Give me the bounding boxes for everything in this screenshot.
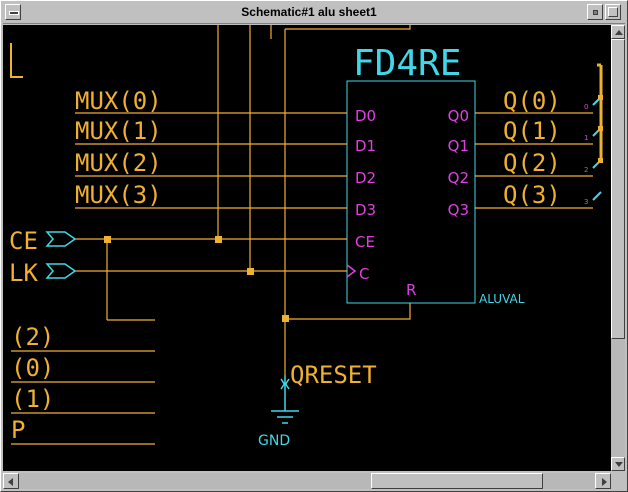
net-label-0: (0) (11, 354, 54, 382)
component-name: FD4RE (353, 43, 461, 84)
menu-bar-icon (9, 11, 19, 15)
pin-q3: Q3 (448, 201, 469, 219)
arrow-left-icon (8, 478, 13, 486)
bottom-net-labels: (2) (0) (1) P (11, 323, 54, 444)
bus-tap-labels: 0 1 2 3 (584, 103, 588, 206)
horizontal-scroll-thumb[interactable] (371, 473, 543, 489)
scroll-left-button[interactable] (3, 473, 19, 489)
ground-label: GND (258, 433, 290, 449)
scroll-down-button[interactable] (611, 457, 625, 471)
maximize-button[interactable] (605, 4, 621, 20)
window-menu-button[interactable] (5, 4, 21, 20)
pin-c: C (359, 265, 369, 283)
schematic-canvas[interactable]: FD4RE D0 D1 D2 D3 CE C Q0 Q1 Q2 Q3 R ALU… (3, 25, 611, 471)
window-title: Schematic#1 alu sheet1 (241, 5, 377, 19)
horizontal-scrollbar[interactable] (3, 473, 611, 489)
bus-tap-0: 0 (584, 103, 588, 111)
arrow-down-icon (615, 462, 623, 467)
port-lk-label: LK (9, 259, 38, 287)
net-mux0: MUX(0) (75, 87, 162, 115)
title-bar[interactable]: Schematic#1 alu sheet1 (3, 3, 625, 24)
port-lk-marker (45, 263, 77, 279)
scroll-up-button[interactable] (611, 25, 625, 39)
wire-junctions (104, 236, 289, 322)
bus-tap-2: 2 (584, 166, 588, 174)
clock-pin-triangle (346, 264, 357, 278)
vertical-scrollbar[interactable] (611, 25, 625, 471)
pin-r: R (406, 281, 416, 299)
minimize-icon (593, 10, 598, 15)
net-qreset: QRESET (290, 361, 377, 389)
input-port-markers[interactable] (45, 231, 77, 279)
pin-d1: D1 (355, 137, 376, 155)
net-q1: Q(1) (503, 117, 561, 145)
arrow-right-icon (602, 478, 607, 486)
net-mux1: MUX(1) (75, 117, 162, 145)
schematic-drawing: FD4RE D0 D1 D2 D3 CE C Q0 Q1 Q2 Q3 R ALU… (9, 25, 603, 449)
pin-d2: D2 (355, 169, 376, 187)
instance-name: ALUVAL (479, 292, 525, 306)
right-pin-labels: Q0 Q1 Q2 Q3 (448, 107, 469, 219)
port-ce-label: CE (9, 227, 38, 255)
port-ce-marker (45, 231, 77, 247)
arrow-up-icon (615, 30, 623, 35)
sheet-corner-mark (10, 43, 23, 78)
net-q3: Q(3) (503, 181, 561, 209)
net-q2: Q(2) (503, 149, 561, 177)
pin-q1: Q1 (448, 137, 469, 155)
port-labels: CE LK (9, 227, 38, 287)
schematic-window: Schematic#1 alu sheet1 FD4RE D0 D1 D2 D3… (0, 0, 628, 492)
scrollbar-corner (611, 473, 625, 489)
pin-q2: Q2 (448, 169, 469, 187)
pin-q0: Q0 (448, 107, 469, 125)
vertical-scroll-thumb[interactable] (611, 39, 625, 339)
minimize-button[interactable] (587, 4, 603, 20)
net-label-1: (1) (11, 385, 54, 413)
left-pin-labels: D0 D1 D2 D3 CE C (355, 107, 376, 283)
pin-d3: D3 (355, 201, 376, 219)
output-net-labels: Q(0) Q(1) Q(2) Q(3) (503, 87, 561, 209)
pin-d0: D0 (355, 107, 376, 125)
net-mux3: MUX(3) (75, 181, 162, 209)
maximize-icon (608, 7, 618, 17)
net-label-2: (2) (11, 323, 54, 351)
bus-tap-1: 1 (584, 134, 588, 142)
net-mux2: MUX(2) (75, 149, 162, 177)
pin-ce: CE (355, 233, 375, 251)
bus-tap-3: 3 (584, 198, 588, 206)
scroll-right-button[interactable] (595, 473, 611, 489)
net-q0: Q(0) (503, 87, 561, 115)
input-net-labels: MUX(0) MUX(1) MUX(2) MUX(3) (75, 87, 162, 209)
net-label-p: P (11, 416, 25, 444)
